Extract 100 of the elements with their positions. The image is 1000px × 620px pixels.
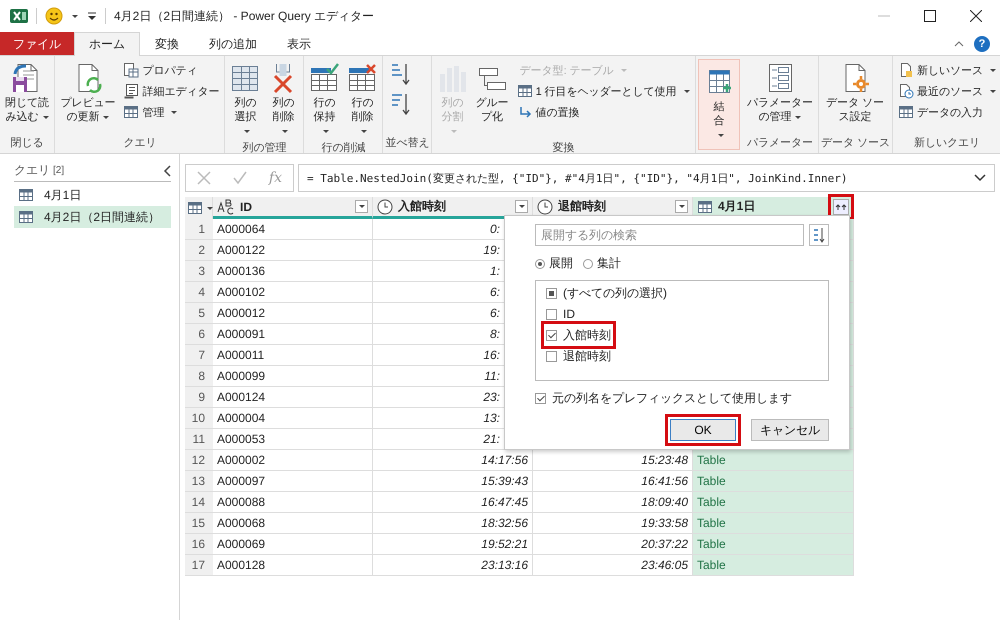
cancel-button[interactable]: キャンセル <box>751 419 829 441</box>
caret-icon <box>678 205 684 208</box>
query-item[interactable]: 4月2日（2日間連続） <box>14 206 171 228</box>
row-number: 12 <box>185 450 213 471</box>
group-label: 列の管理 <box>241 141 288 153</box>
expand-button[interactable] <box>833 198 849 214</box>
ribbon-button[interactable]: 管理 <box>122 103 220 121</box>
caret-icon <box>990 90 996 92</box>
sort-ascending-icon[interactable] <box>389 62 412 86</box>
table-cell: A000102 <box>213 282 373 303</box>
ribbon-button[interactable]: 1 行目をヘッダーとして使用 <box>516 82 691 100</box>
filter-button[interactable] <box>355 200 368 213</box>
row-number: 17 <box>185 555 213 576</box>
sort-button[interactable] <box>809 224 829 246</box>
ribbon-button[interactable]: プレビューの更新 <box>57 60 118 135</box>
table-cell: Table <box>693 492 854 513</box>
table-cell: 19:52:21 <box>373 534 533 555</box>
caret-icon <box>451 130 458 133</box>
ribbon-button[interactable]: データの入力 <box>897 103 997 121</box>
ribbon-button[interactable]: 最近のソース <box>897 82 997 100</box>
new-document-icon <box>898 62 914 78</box>
table-menu-button[interactable] <box>185 197 213 219</box>
ribbon-tab[interactable]: ホーム <box>74 32 140 56</box>
close-icon[interactable] <box>970 10 982 22</box>
caret-icon <box>42 116 49 119</box>
table-cell: A000088 <box>213 492 373 513</box>
checkbox-option[interactable]: (すべての列の選択) <box>546 284 667 302</box>
table-cell: A000068 <box>213 513 373 534</box>
row-number: 5 <box>185 303 213 324</box>
document-clock-icon <box>898 83 914 99</box>
row-number: 8 <box>185 366 213 387</box>
ribbon-button[interactable]: 新しいソース <box>897 61 997 79</box>
table-cell: A000064 <box>213 219 373 240</box>
table-cell: A000069 <box>213 534 373 555</box>
table-cell: 23:46:05 <box>533 555 693 576</box>
table-cell: A000053 <box>213 429 373 450</box>
filter-button[interactable] <box>675 200 688 213</box>
ribbon-tab[interactable]: 表示 <box>272 32 326 55</box>
expand-formula-icon[interactable] <box>974 174 986 182</box>
ribbon-tab[interactable]: 列の追加 <box>194 32 272 55</box>
group-label: 新しいクエリ <box>913 136 981 151</box>
row-number: 14 <box>185 492 213 513</box>
row-number: 3 <box>185 261 213 282</box>
table-cell: A000136 <box>213 261 373 282</box>
column-title: 退館時刻 <box>558 198 606 215</box>
ribbon-button[interactable]: 閉じて読み込む <box>2 60 52 135</box>
ribbon-button[interactable]: 結合 <box>700 64 737 144</box>
search-field[interactable]: 展開する列の検索 <box>535 224 804 246</box>
caret-icon <box>990 68 996 72</box>
group-label: 変換 <box>552 140 576 153</box>
checkbox-option[interactable]: ID <box>546 305 575 323</box>
collapse-ribbon-icon[interactable] <box>954 40 964 46</box>
ribbon-button[interactable]: 行の保持 <box>306 60 342 140</box>
row-number: 2 <box>185 240 213 261</box>
radio-option[interactable]: 展開 <box>535 255 573 272</box>
text-type-icon <box>217 198 235 214</box>
table-cell: Table <box>693 555 854 576</box>
query-item[interactable]: 4月1日 <box>14 184 171 206</box>
ribbon-button[interactable]: 行の削除 <box>344 60 380 140</box>
row-number: 16 <box>185 534 213 555</box>
table-cell: A000012 <box>213 303 373 324</box>
help-button[interactable]: ? <box>974 36 990 52</box>
table-icon <box>697 198 713 214</box>
ribbon-tab[interactable]: 変換 <box>140 32 194 55</box>
ribbon-button[interactable]: 値の置換 <box>516 103 691 121</box>
table-cell: A000091 <box>213 324 373 345</box>
ribbon-button[interactable]: 列の選択 <box>227 60 264 140</box>
group-label: クエリ <box>122 136 158 151</box>
formula-field[interactable]: = Table.NestedJoin(変更された型, {"ID"}, #"4月1日", {"ID"}, "4月1日", JoinKind.Inner) <box>298 164 995 192</box>
customize-dropdown-icon[interactable] <box>87 11 97 21</box>
ribbon-button[interactable]: 詳細エディター <box>122 82 220 100</box>
table-cell: A000002 <box>213 450 373 471</box>
table-icon <box>516 83 533 99</box>
ribbon-button[interactable]: パラメーターの管理 <box>744 60 816 135</box>
table-cell: A000099 <box>213 366 373 387</box>
radio-option[interactable]: 集計 <box>583 255 621 272</box>
ribbon-button[interactable]: データ ソース設定 <box>820 60 889 135</box>
ribbon-button[interactable]: プロパティ <box>122 61 220 79</box>
checkbox-option[interactable]: 元の列名をプレフィックスとして使用します <box>535 389 829 407</box>
checkbox-option[interactable]: 退館時刻 <box>546 347 611 365</box>
row-number: 10 <box>185 408 213 429</box>
maximize-icon[interactable] <box>924 10 936 22</box>
file-tab[interactable]: ファイル <box>0 32 74 55</box>
collapse-pane-icon[interactable] <box>163 164 171 176</box>
caret-icon <box>518 205 524 208</box>
ok-button[interactable]: OK <box>670 419 736 441</box>
table-cell: A000124 <box>213 387 373 408</box>
smiley-icon <box>45 7 63 25</box>
table-cell: 23:13:16 <box>373 555 533 576</box>
sort-descending-icon[interactable] <box>389 92 412 116</box>
expand-icon <box>835 202 847 212</box>
clock-icon <box>377 198 393 214</box>
checkbox-option[interactable]: 入館時刻 <box>546 326 611 344</box>
group-label: パラメーター <box>746 136 814 151</box>
ribbon-button[interactable]: 列の削除 <box>265 60 302 140</box>
row-number: 7 <box>185 345 213 366</box>
caret-icon <box>171 110 178 114</box>
query-count: [2] <box>53 165 64 176</box>
filter-button[interactable] <box>515 200 528 213</box>
ribbon-button[interactable]: グループ化 <box>472 60 512 140</box>
